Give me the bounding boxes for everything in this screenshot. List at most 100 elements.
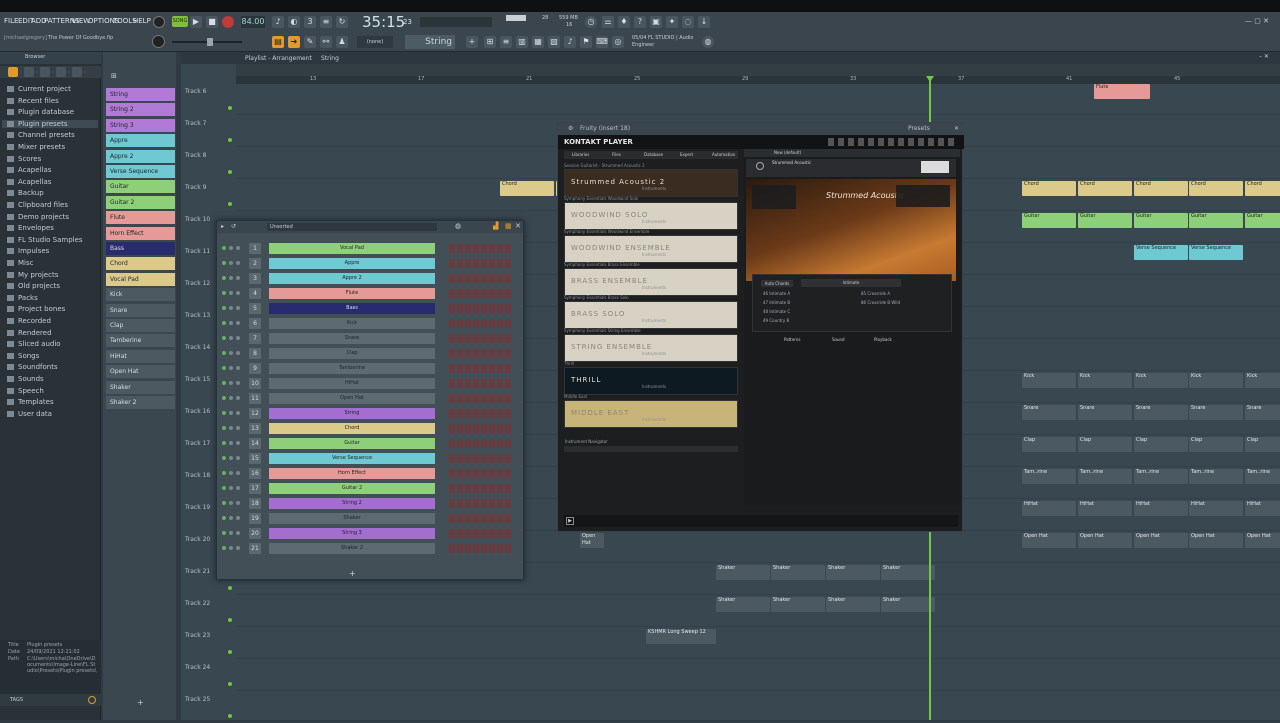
playlist-icon[interactable]: ≡ [500, 36, 512, 48]
tab-patterns[interactable]: Patterns [784, 337, 800, 342]
track-label[interactable]: Track 21 [185, 568, 210, 575]
rack-loop-icon[interactable]: ↺ [231, 223, 236, 230]
kontakt-instrument-name[interactable]: Strummed Acoustic [772, 160, 811, 165]
picker-item[interactable]: String [106, 88, 175, 101]
browser-item[interactable]: Scores [7, 155, 41, 163]
menu-file[interactable]: FILE [4, 17, 18, 25]
channel-vol-icon[interactable] [236, 306, 240, 310]
channel-rack-icon[interactable]: ▧ [548, 36, 560, 48]
track-label[interactable]: Track 23 [185, 632, 210, 639]
channel-led-icon[interactable] [222, 516, 226, 520]
track-label[interactable]: Track 22 [185, 600, 210, 607]
browser-item[interactable]: Rendered [7, 329, 52, 337]
browser-item[interactable]: Clipboard files [7, 201, 68, 209]
channel-row[interactable]: 3 Appre 2 [217, 273, 517, 288]
clip-drum[interactable]: Open Hat [1078, 533, 1132, 548]
pattern-selector[interactable]: String [405, 35, 455, 49]
step-pads[interactable] [449, 529, 511, 538]
channel-pan-icon[interactable] [229, 381, 233, 385]
pattern-selector[interactable]: Intimate [801, 279, 901, 287]
channel-number[interactable]: 10 [249, 378, 261, 389]
menu-help[interactable]: HELP [133, 17, 151, 25]
pattern-item[interactable]: 48 Intimate C [763, 309, 843, 316]
clip-chord[interactable]: Chord [1134, 181, 1188, 196]
plugin-icon[interactable]: ✦ [666, 16, 678, 28]
plugin-picker-icon[interactable]: ♪ [564, 36, 576, 48]
channel-row[interactable]: 12 String [217, 408, 517, 423]
step-pads[interactable] [449, 259, 511, 268]
browser-item[interactable]: FL Studio Samples [7, 236, 83, 244]
browser-item[interactable]: Speech [7, 387, 44, 395]
clip-guitar[interactable]: Guitar [1189, 213, 1243, 228]
tags-label[interactable]: TAGS [10, 697, 23, 703]
clip-drum[interactable]: Snare [1189, 405, 1243, 420]
channel-pan-icon[interactable] [229, 336, 233, 340]
picker-item[interactable]: String 3 [106, 118, 175, 132]
channel-vol-icon[interactable] [236, 546, 240, 550]
playlist-window-controls[interactable]: – ✕ [1259, 53, 1277, 63]
picker-item[interactable]: Snare [106, 303, 175, 317]
countdown-icon[interactable]: 3 [304, 16, 316, 28]
step-pads[interactable] [449, 379, 511, 388]
library-banner[interactable]: BRASS SOLO [564, 301, 738, 329]
channel-vol-icon[interactable] [236, 531, 240, 535]
channel-row[interactable]: 8 Clap [217, 348, 517, 363]
channel-name-button[interactable]: String 3 [269, 528, 435, 539]
channel-row[interactable]: 4 Flute [217, 288, 517, 303]
track-mute-led[interactable] [228, 586, 232, 590]
picker-item[interactable]: Guitar 2 [106, 195, 175, 209]
channel-pan-icon[interactable] [229, 546, 233, 550]
picker-item[interactable]: Tamberine [106, 334, 175, 348]
channel-row[interactable]: 19 Shaker [217, 513, 517, 528]
pattern-item[interactable]: 49 Country B [763, 318, 843, 325]
tags-search-icon[interactable] [88, 696, 96, 704]
tab-sound[interactable]: Sound [832, 337, 845, 342]
channel-number[interactable]: 11 [249, 393, 261, 404]
track-label[interactable]: Track 6 [185, 88, 206, 95]
online-icon[interactable]: ◷ [585, 16, 597, 28]
channel-name-button[interactable]: String 2 [269, 498, 435, 509]
picker-add-icon[interactable]: + [137, 698, 144, 707]
rack-graph-icon[interactable]: ◍ [455, 222, 461, 230]
playlist-overview[interactable] [236, 64, 1280, 76]
record-button[interactable] [222, 16, 234, 28]
channel-led-icon[interactable] [222, 366, 226, 370]
channel-led-icon[interactable] [222, 306, 226, 310]
track-label[interactable]: Track 9 [185, 184, 206, 191]
lock-icon[interactable]: ▣ [650, 16, 662, 28]
clip-verse-sequence[interactable]: Verse Sequence [1134, 245, 1188, 260]
channel-vol-icon[interactable] [236, 456, 240, 460]
picker-item[interactable]: String 2 [106, 103, 175, 117]
channel-number[interactable]: 7 [249, 333, 261, 344]
clip-chord[interactable]: Chord [1189, 181, 1243, 196]
channel-row[interactable]: 7 Snare [217, 333, 517, 348]
track-label[interactable]: Track 8 [185, 152, 206, 159]
step-pads[interactable] [449, 289, 511, 298]
track-mute-led[interactable] [228, 714, 232, 718]
channel-row[interactable]: 15 Verse Sequence [217, 453, 517, 468]
channel-led-icon[interactable] [222, 456, 226, 460]
clip-guitar[interactable]: Guitar [1022, 213, 1076, 228]
channel-row[interactable]: 17 Guitar 2 [217, 483, 517, 498]
channel-led-icon[interactable] [222, 426, 226, 430]
channel-name-button[interactable]: Kick [269, 318, 435, 329]
channel-vol-icon[interactable] [236, 366, 240, 370]
arrow-icon[interactable]: ➜ [288, 36, 300, 48]
channel-led-icon[interactable] [222, 276, 226, 280]
channel-number[interactable]: 2 [249, 258, 261, 269]
channel-row[interactable]: 21 Shaker 2 [217, 543, 517, 558]
channel-vol-icon[interactable] [236, 486, 240, 490]
song-mode-toggle[interactable]: SONG [172, 16, 188, 27]
channel-row[interactable]: 6 Kick [217, 318, 517, 333]
channel-name-button[interactable]: Shaker [269, 513, 435, 524]
browser-item[interactable]: Backup [7, 189, 44, 197]
step-pads[interactable] [449, 439, 511, 448]
step-pads[interactable] [449, 409, 511, 418]
channel-name-button[interactable]: Verse Sequence [269, 453, 435, 464]
channel-vol-icon[interactable] [236, 501, 240, 505]
download-icon[interactable]: ↓ [698, 16, 710, 28]
track-label[interactable]: Track 10 [185, 216, 210, 223]
channel-number[interactable]: 15 [249, 453, 261, 464]
browser-search-icon[interactable] [72, 67, 82, 77]
picker-item[interactable]: Vocal Pad [106, 272, 175, 286]
